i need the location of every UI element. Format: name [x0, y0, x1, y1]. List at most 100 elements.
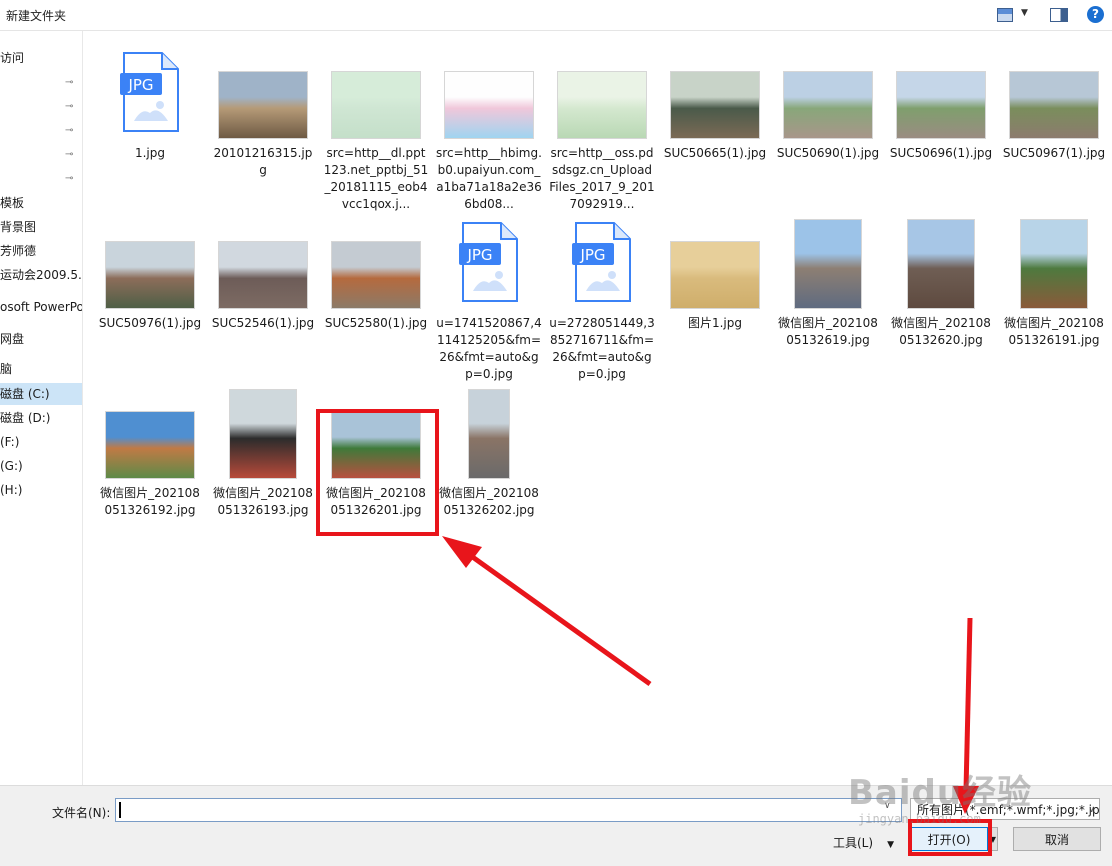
file-item[interactable]: 微信图片_202108051326202.jpg	[434, 379, 544, 519]
cancel-button[interactable]: 取消	[1013, 827, 1101, 851]
sidebar-item[interactable]: (H:)	[0, 479, 82, 501]
file-item[interactable]: JPG u=1741520867,4114125205&fm=26&fmt=aut…	[434, 209, 544, 383]
file-item[interactable]: SUC50665(1).jpg	[660, 39, 770, 162]
chevron-down-icon[interactable]: ▼	[1021, 8, 1028, 18]
sidebar-item-label: 磁盘 (D:)	[0, 411, 51, 425]
toolbar: 新建文件夹 ▼ ?	[0, 0, 1112, 31]
file-item[interactable]: JPG u=2728051449,3852716711&fm=26&fmt=aut…	[547, 209, 657, 383]
sidebar-item[interactable]: ⊸	[0, 72, 82, 94]
file-thumbnail-area: JPG	[434, 209, 544, 315]
sidebar-item[interactable]: (F:)	[0, 431, 82, 453]
file-item[interactable]: src=http__oss.pdsdsgz.cn_UploadFiles_201…	[547, 39, 657, 213]
file-name: SUC50696(1).jpg	[889, 146, 993, 160]
preview-pane-icon[interactable]	[1050, 8, 1068, 22]
image-thumbnail	[557, 71, 647, 139]
sidebar-item[interactable]: ⊸	[0, 120, 82, 142]
file-thumbnail-area	[321, 209, 431, 315]
sidebar-item-label: 网盘	[0, 332, 25, 346]
file-item[interactable]: 图片1.jpg	[660, 209, 770, 332]
file-name: SUC52546(1).jpg	[211, 316, 315, 330]
sidebar-item[interactable]: 芳师德	[0, 240, 82, 262]
file-item[interactable]: src=http__dl.ppt123.net_pptbj_51_2018111…	[321, 39, 431, 213]
navigation-pane[interactable]: 访问 ⊸ ⊸ ⊸ ⊸ ⊸ 模板 背景图 芳师德 运动会2009.5. osoft PowerPo 网盘…	[0, 31, 83, 785]
file-name: 微信图片_20210805132619.jpg	[778, 316, 878, 347]
pin-icon[interactable]: ⊸	[65, 120, 73, 142]
sidebar-item[interactable]: 磁盘 (D:)	[0, 407, 82, 429]
file-item[interactable]: 20101216315.jpg	[208, 39, 318, 179]
help-icon[interactable]: ?	[1087, 6, 1104, 23]
file-thumbnail-area	[886, 209, 996, 315]
sidebar-item[interactable]: 背景图	[0, 216, 82, 238]
watermark-logo: Baidu经验	[848, 773, 1033, 813]
sidebar-item[interactable]: 模板	[0, 192, 82, 214]
file-name: src=http__dl.ppt123.net_pptbj_51_2018111…	[323, 146, 429, 211]
svg-text:JPG: JPG	[579, 246, 605, 264]
jpg-icon: JPG	[120, 51, 180, 133]
sidebar-item[interactable]: ⊸	[0, 96, 82, 118]
image-thumbnail	[468, 389, 510, 479]
file-thumbnail-area	[321, 39, 431, 145]
file-thumbnail-area	[434, 39, 544, 145]
svg-text:JPG: JPG	[466, 246, 492, 264]
file-name: SUC50967(1).jpg	[1002, 146, 1106, 160]
sidebar-item[interactable]: 脑	[0, 358, 82, 380]
file-list[interactable]: JPG 1.jpg 20101216315.jpg src=http__dl.ppt1…	[83, 31, 1112, 785]
image-thumbnail	[1020, 219, 1088, 309]
file-item[interactable]: 微信图片_202108051326191.jpg	[999, 209, 1109, 349]
sidebar-item[interactable]: osoft PowerPo	[0, 296, 82, 318]
jpg-file-icon: JPG	[572, 222, 631, 302]
sidebar-item[interactable]: 运动会2009.5.	[0, 264, 82, 286]
tools-label: 工具(L)	[833, 836, 874, 850]
pin-icon[interactable]: ⊸	[65, 144, 73, 166]
file-thumbnail-area: JPG	[547, 209, 657, 315]
file-thumbnail-area	[660, 209, 770, 315]
text-caret	[119, 802, 121, 818]
file-item[interactable]: SUC52546(1).jpg	[208, 209, 318, 332]
file-thumbnail-area	[773, 39, 883, 145]
image-thumbnail	[218, 71, 308, 139]
file-name: 微信图片_202108051326192.jpg	[100, 486, 200, 517]
file-item[interactable]: SUC52580(1).jpg	[321, 209, 431, 332]
file-item[interactable]: 微信图片_20210805132620.jpg	[886, 209, 996, 349]
file-name: SUC52580(1).jpg	[324, 316, 428, 330]
tools-menu[interactable]: 工具(L) ▼	[833, 834, 894, 851]
file-item[interactable]: JPG 1.jpg	[95, 39, 205, 162]
sidebar-item-label: (G:)	[0, 459, 23, 473]
file-item[interactable]: 微信图片_20210805132619.jpg	[773, 209, 883, 349]
sidebar-item[interactable]: ⊸	[0, 144, 82, 166]
chevron-down-icon: ▼	[887, 840, 894, 850]
image-thumbnail	[105, 241, 195, 309]
image-thumbnail	[105, 411, 195, 479]
file-item[interactable]: SUC50690(1).jpg	[773, 39, 883, 162]
pin-icon[interactable]: ⊸	[65, 168, 73, 190]
pin-icon[interactable]: ⊸	[65, 96, 73, 118]
sidebar-item[interactable]: (G:)	[0, 455, 82, 477]
file-item[interactable]: SUC50696(1).jpg	[886, 39, 996, 162]
file-name: 微信图片_20210805132620.jpg	[891, 316, 991, 347]
file-item[interactable]: SUC50976(1).jpg	[95, 209, 205, 332]
image-thumbnail	[794, 219, 862, 309]
file-item[interactable]: src=http__hbimg.b0.upaiyun.com_a1ba71a18…	[434, 39, 544, 213]
sidebar-item[interactable]: ⊸	[0, 168, 82, 190]
image-thumbnail	[1009, 71, 1099, 139]
image-thumbnail	[670, 241, 760, 309]
image-thumbnail	[331, 241, 421, 309]
new-folder-button[interactable]: 新建文件夹	[6, 7, 66, 24]
filename-input[interactable]	[115, 798, 902, 822]
change-view-icon[interactable]	[997, 8, 1013, 22]
file-thumbnail-area	[208, 379, 318, 485]
sidebar-item[interactable]: 访问	[0, 47, 82, 69]
sidebar-item-label: 模板	[0, 196, 25, 210]
sidebar-item[interactable]: 磁盘 (C:)	[0, 383, 82, 405]
file-thumbnail-area: JPG	[95, 39, 205, 145]
jpg-icon: JPG	[459, 221, 519, 303]
file-name: SUC50976(1).jpg	[98, 316, 202, 330]
sidebar-item-label: 磁盘 (C:)	[0, 387, 50, 401]
file-name: 图片1.jpg	[687, 316, 743, 330]
image-thumbnail	[218, 241, 308, 309]
file-item[interactable]: SUC50967(1).jpg	[999, 39, 1109, 162]
pin-icon[interactable]: ⊸	[65, 72, 73, 94]
file-item[interactable]: 微信图片_202108051326192.jpg	[95, 379, 205, 519]
sidebar-item[interactable]: 网盘	[0, 328, 82, 350]
file-item[interactable]: 微信图片_202108051326193.jpg	[208, 379, 318, 519]
